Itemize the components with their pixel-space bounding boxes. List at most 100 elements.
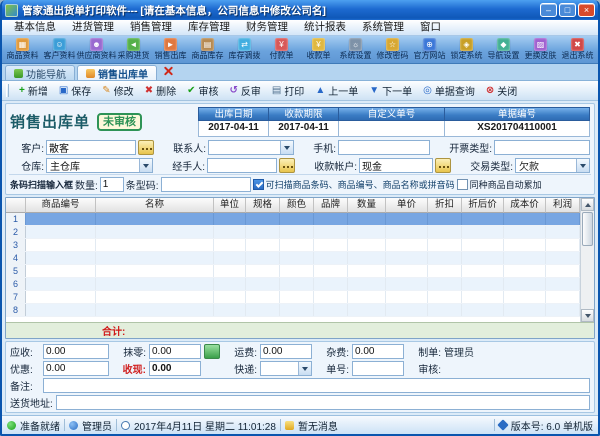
tab-function-nav[interactable]: 功能导航	[5, 65, 75, 80]
grid-cell[interactable]	[504, 252, 546, 264]
grid-cell[interactable]	[504, 226, 546, 238]
grid-cell[interactable]	[96, 226, 214, 238]
grid-cell[interactable]	[386, 252, 428, 264]
grid-cell[interactable]	[348, 291, 386, 303]
scan-qty-input[interactable]	[100, 177, 124, 192]
delivery-address-input[interactable]	[56, 395, 590, 410]
grid-cell[interactable]	[280, 239, 314, 251]
grid-cell[interactable]	[280, 265, 314, 277]
grid-cell[interactable]	[546, 226, 580, 238]
table-row[interactable]: 3	[6, 239, 580, 252]
mobile-input[interactable]	[338, 140, 430, 155]
grid-cell[interactable]	[96, 304, 214, 316]
table-row[interactable]: 8	[6, 304, 580, 317]
grid-cell[interactable]	[246, 278, 280, 290]
grid-cell[interactable]	[214, 239, 246, 251]
grid-cell[interactable]	[428, 226, 462, 238]
grid-cell[interactable]	[96, 252, 214, 264]
misc-fee-input[interactable]	[352, 344, 404, 359]
query-button[interactable]: ◎ 单据查询	[418, 82, 480, 99]
grid-cell[interactable]	[546, 291, 580, 303]
grid-cell[interactable]	[314, 278, 348, 290]
delete-button[interactable]: ✖ 删除	[140, 82, 181, 99]
grid-cell[interactable]	[428, 213, 462, 225]
grid-cell[interactable]	[280, 226, 314, 238]
toolbar-skin-button[interactable]: ▨ 更换皮肤	[522, 37, 559, 62]
menu-item[interactable]: 库存管理	[180, 20, 238, 35]
grid-cell[interactable]	[214, 278, 246, 290]
grid-cell[interactable]	[26, 213, 96, 225]
toolbar-purchase-button[interactable]: ◄ 采购进货	[115, 37, 152, 62]
previous-order-button[interactable]: ▲ 上一单	[310, 82, 363, 99]
new-button[interactable]: + 新增	[14, 82, 53, 99]
grid-cell[interactable]	[246, 265, 280, 277]
next-order-button[interactable]: ▼ 下一单	[364, 82, 417, 99]
grid-cell[interactable]	[246, 304, 280, 316]
grid-cell[interactable]	[386, 239, 428, 251]
receivable-input[interactable]	[43, 344, 109, 359]
doc-no-value[interactable]: XS201704110001	[444, 121, 590, 137]
scroll-thumb[interactable]	[582, 212, 593, 246]
menu-item[interactable]: 窗口	[412, 20, 449, 35]
tracking-no-input[interactable]	[352, 361, 404, 376]
column-header-unit[interactable]: 单位	[214, 198, 246, 213]
toolbar-settings-button[interactable]: ☼ 系统设置	[337, 37, 374, 62]
account-lookup-button[interactable]	[435, 158, 451, 173]
chevron-down-icon[interactable]	[280, 141, 293, 154]
rounding-input[interactable]	[149, 344, 201, 359]
grid-cell[interactable]	[348, 304, 386, 316]
account-input[interactable]	[359, 158, 433, 173]
toolbar-password-button[interactable]: ☆ 修改密码	[374, 37, 411, 62]
column-header-discounted-price[interactable]: 折后价	[462, 198, 504, 213]
grid-cell[interactable]	[96, 265, 214, 277]
edit-button[interactable]: ✎ 修改	[97, 82, 138, 99]
grid-cell[interactable]	[386, 291, 428, 303]
grid-cell[interactable]	[504, 278, 546, 290]
grid-cell[interactable]	[214, 265, 246, 277]
grid-cell[interactable]	[428, 265, 462, 277]
grid-cell[interactable]	[462, 291, 504, 303]
close-form-button[interactable]: ⊗ 关闭	[481, 82, 522, 99]
grid-cell[interactable]	[96, 239, 214, 251]
grid-cell[interactable]	[348, 278, 386, 290]
status-message[interactable]: 暂无消息	[298, 418, 338, 433]
close-button[interactable]: ×	[578, 3, 595, 17]
menu-item[interactable]: 财务管理	[238, 20, 296, 35]
grid-cell[interactable]	[26, 226, 96, 238]
grid-cell[interactable]	[96, 291, 214, 303]
toolbar-payment-button[interactable]: ¥ 付款单	[263, 37, 300, 62]
grid-cell[interactable]	[246, 239, 280, 251]
minimize-button[interactable]: –	[540, 3, 557, 17]
invoice-type-input[interactable]	[494, 140, 590, 155]
grid-cell[interactable]	[546, 278, 580, 290]
column-header-brand[interactable]: 品牌	[314, 198, 348, 213]
grid-cell[interactable]	[546, 304, 580, 316]
grid-cell[interactable]	[462, 304, 504, 316]
grid-cell[interactable]	[26, 239, 96, 251]
trade-type-select[interactable]: 欠款	[515, 158, 590, 173]
handler-input[interactable]	[207, 158, 277, 173]
customer-input[interactable]	[46, 140, 136, 155]
grid-cell[interactable]	[246, 252, 280, 264]
barcode-input[interactable]	[161, 177, 251, 192]
warehouse-select[interactable]: 主仓库	[46, 158, 153, 173]
grid-cell[interactable]	[314, 239, 348, 251]
grid-cell[interactable]	[462, 213, 504, 225]
custom-no-value[interactable]	[338, 121, 444, 137]
column-header-color[interactable]: 颜色	[280, 198, 314, 213]
column-header-discount[interactable]: 折扣	[428, 198, 462, 213]
scroll-track[interactable]	[581, 247, 594, 309]
toolbar-inventory-button[interactable]: ▤ 商品库存	[189, 37, 226, 62]
handler-lookup-button[interactable]	[279, 158, 295, 173]
table-row[interactable]: 7	[6, 291, 580, 304]
express-select[interactable]	[260, 361, 312, 376]
toolbar-receipt-button[interactable]: ¥ 收款单	[300, 37, 337, 62]
grid-cell[interactable]	[314, 213, 348, 225]
column-header-price[interactable]: 单价	[386, 198, 428, 213]
toolbar-sales-out-button[interactable]: ► 销售出库	[152, 37, 189, 62]
table-row[interactable]: 5	[6, 265, 580, 278]
toolbar-lock-button[interactable]: ◈ 锁定系统	[448, 37, 485, 62]
outbound-date-value[interactable]: 2017-04-11	[198, 121, 268, 137]
print-button[interactable]: ▤ 打印	[267, 82, 309, 99]
grid-cell[interactable]	[428, 239, 462, 251]
